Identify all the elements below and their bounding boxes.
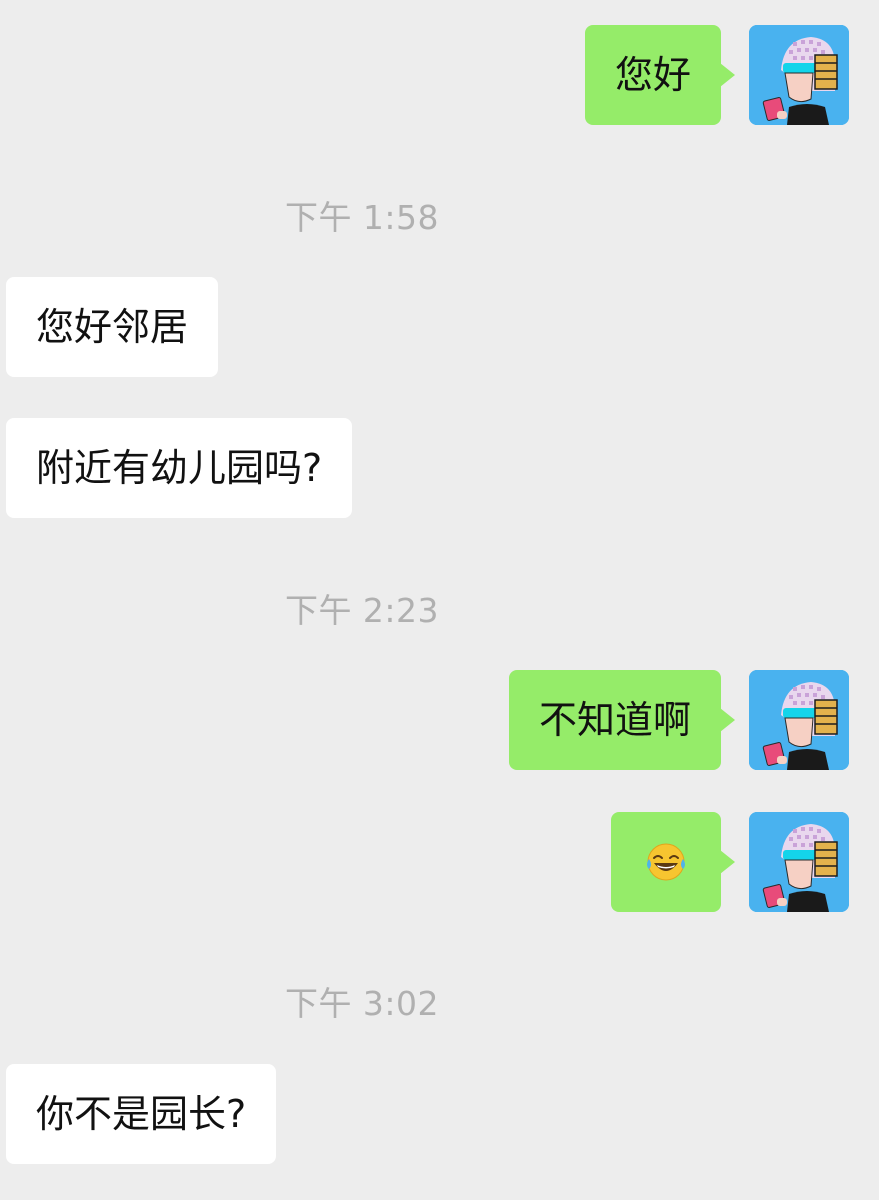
chat-message-list[interactable]: 您好 下午 1:58 您好邻居 附近有幼儿园吗? 下午 2:23 不知道啊 下午…: [0, 0, 879, 1200]
message-timestamp: 下午 1:58: [284, 198, 440, 237]
face-with-tears-of-joy-icon: [647, 843, 685, 881]
user-avatar[interactable]: [749, 25, 849, 125]
message-timestamp: 下午 2:23: [284, 591, 440, 630]
message-text: 你不是园长?: [36, 1092, 247, 1136]
outgoing-message-bubble[interactable]: 不知道啊: [508, 670, 736, 770]
incoming-message-bubble[interactable]: 您好邻居: [6, 277, 219, 377]
message-timestamp: 下午 3:02: [284, 984, 440, 1023]
incoming-message-bubble[interactable]: 你不是园长?: [6, 1064, 277, 1164]
message-text: 附近有幼儿园吗?: [36, 446, 323, 490]
outgoing-message-bubble[interactable]: [611, 812, 735, 912]
message-text: 不知道啊: [538, 698, 691, 742]
incoming-message-bubble[interactable]: 附近有幼儿园吗?: [6, 418, 353, 518]
user-avatar[interactable]: [749, 670, 849, 770]
cartoon-robot-helmet-avatar-icon: [749, 670, 849, 770]
message-text: 您好: [614, 53, 691, 97]
cartoon-robot-helmet-avatar-icon: [749, 812, 849, 912]
message-text: 您好邻居: [36, 305, 189, 349]
outgoing-message-bubble[interactable]: 您好: [584, 25, 736, 125]
cartoon-robot-helmet-avatar-icon: [749, 25, 849, 125]
user-avatar[interactable]: [749, 812, 849, 912]
